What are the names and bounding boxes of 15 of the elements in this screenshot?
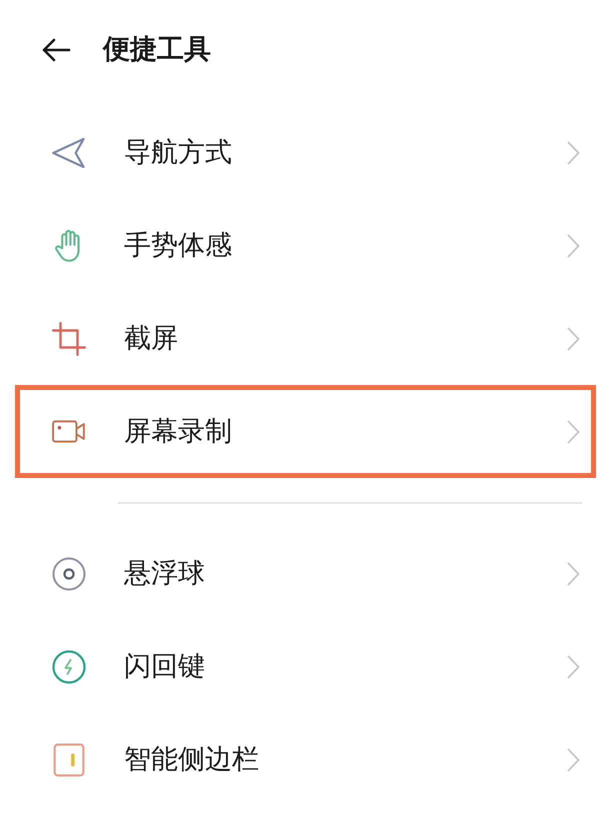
panel-icon xyxy=(52,742,86,776)
chevron-right-icon xyxy=(567,326,580,350)
left-pointer-icon xyxy=(52,136,86,170)
list-item[interactable]: 屏幕录制 xyxy=(15,385,596,478)
chevron-right-icon xyxy=(567,234,580,258)
chevron-right-icon xyxy=(567,748,580,772)
crop-icon xyxy=(52,322,86,356)
chevron-right-icon xyxy=(567,654,580,678)
ring-icon xyxy=(52,556,86,590)
back-arrow-icon xyxy=(41,38,71,62)
chevron-right-icon xyxy=(567,562,580,586)
chevron-right-icon xyxy=(567,140,580,164)
lightning-icon xyxy=(52,650,86,684)
page-title: 便捷工具 xyxy=(103,33,211,67)
chevron-right-icon xyxy=(567,420,580,444)
